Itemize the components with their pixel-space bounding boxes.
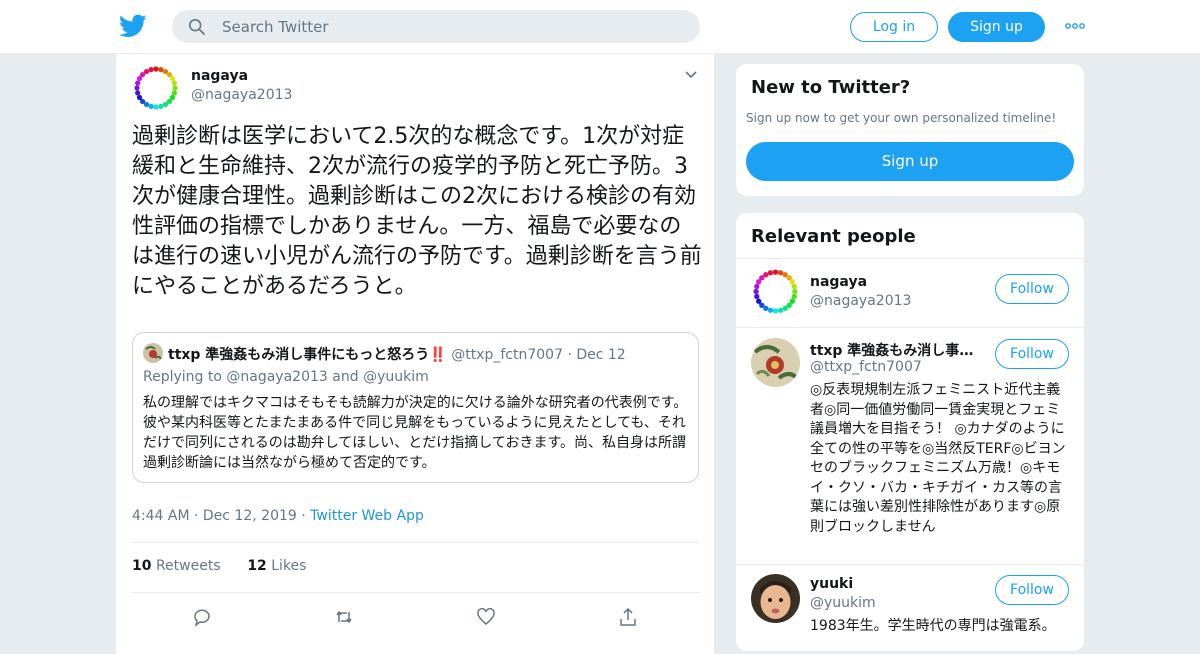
person-item[interactable]: ttxp 準強姦もみ消し事件にもっと怒ろう‼️ @ttxp_fctn7007 ◎…: [736, 328, 1084, 564]
person-name[interactable]: yuuki: [810, 576, 980, 592]
reply-mention-2: @yuukim: [363, 369, 429, 385]
divider: [132, 542, 699, 543]
chevron-down-icon[interactable]: [684, 68, 698, 82]
likes-label: Likes: [271, 558, 307, 574]
person-bio: 1983年生。学生時代の専門は強電系。: [810, 618, 1056, 634]
person-handle[interactable]: @yuukim: [810, 595, 876, 611]
tweet-text: 過剰診断は医学において2.5次的な概念です。1次が対症緩和と生命維持、2次が流行…: [132, 124, 702, 299]
replying-prefix: Replying to: [143, 369, 222, 385]
twitter-bird-icon[interactable]: [119, 12, 147, 40]
likes-stat[interactable]: 12 Likes: [247, 558, 306, 574]
login-button[interactable]: Log in: [850, 12, 938, 42]
follow-button[interactable]: Follow: [995, 274, 1069, 304]
avatar[interactable]: [751, 267, 800, 316]
person-name[interactable]: nagaya: [810, 274, 980, 290]
follow-button[interactable]: Follow: [995, 339, 1069, 369]
tweet-source-link[interactable]: Twitter Web App: [310, 508, 424, 524]
reply-icon[interactable]: [192, 607, 212, 627]
retweets-label: Retweets: [155, 558, 221, 574]
person-handle[interactable]: @ttxp_fctn7007: [810, 359, 922, 375]
quoted-header: ttxp 準強姦もみ消し事件にもっと怒ろう‼️ @ttxp_fctn7007 ·…: [168, 344, 626, 364]
avatar[interactable]: [751, 338, 800, 387]
tweet-time: 4:44 AM: [132, 508, 190, 524]
replying-and: and: [332, 369, 359, 385]
quoted-text: 私の理解ではキクマコはそもそも読解力が決定的に欠ける論外な研究者の代表例です。彼…: [143, 395, 688, 471]
separator-dot: ·: [194, 508, 199, 524]
tweet-author-name[interactable]: nagaya: [191, 68, 248, 84]
tweet-stats: 10 Retweets 12 Likes: [132, 558, 306, 574]
tweet-author-handle[interactable]: @nagaya2013: [191, 87, 292, 103]
retweet-icon[interactable]: [334, 607, 354, 627]
top-bar: Log in Sign up: [0, 0, 1200, 54]
signup-card-subtitle: Sign up now to get your own personalized…: [746, 111, 1057, 125]
signup-button[interactable]: Sign up: [948, 12, 1045, 42]
likes-count: 12: [247, 558, 267, 574]
signup-card: New to Twitter? Sign up now to get your …: [735, 63, 1085, 197]
signup-card-title: New to Twitter?: [751, 77, 911, 98]
search-icon: [188, 18, 206, 36]
person-name[interactable]: ttxp 準強姦もみ消し事件にもっと怒ろう‼️: [810, 340, 980, 360]
tweet-date: Dec 12, 2019: [202, 508, 297, 524]
person-item[interactable]: yuuki @yuukim 1983年生。学生時代の専門は強電系。 Follow: [736, 565, 1084, 651]
quoted-author-handle: @ttxp_fctn7007: [451, 347, 563, 363]
separator-dot: ·: [301, 508, 306, 524]
avatar[interactable]: [132, 64, 180, 112]
follow-button[interactable]: Follow: [995, 575, 1069, 605]
quoted-date: Dec 12: [576, 347, 626, 363]
quoted-tweet[interactable]: ttxp 準強姦もみ消し事件にもっと怒ろう‼️ @ttxp_fctn7007 ·…: [132, 332, 699, 483]
signup-card-button[interactable]: Sign up: [746, 142, 1074, 181]
share-icon[interactable]: [618, 607, 638, 627]
like-icon[interactable]: [476, 607, 496, 627]
relevant-people-card: Relevant people nagaya @nagaya2013 Follo…: [735, 212, 1085, 652]
replying-to-line: Replying to @nagaya2013 and @yuukim: [143, 369, 429, 385]
divider: [132, 592, 699, 593]
quoted-author-name: ttxp 準強姦もみ消し事件にもっと怒ろう‼️: [168, 347, 447, 363]
person-item[interactable]: nagaya @nagaya2013 Follow: [736, 259, 1084, 327]
reply-mention-1: @nagaya2013: [226, 369, 328, 385]
person-bio: ◎反表現規制左派フェミニスト近代主義者◎同一価値労働同一賃金実現とフェミ議員増大…: [810, 382, 1066, 535]
quoted-avatar: [143, 343, 163, 363]
search-bar[interactable]: [172, 10, 700, 43]
search-input[interactable]: [222, 10, 682, 43]
avatar[interactable]: [751, 574, 800, 623]
more-options-icon[interactable]: [1064, 18, 1086, 34]
relevant-people-title: Relevant people: [751, 226, 916, 247]
tweet-meta: 4:44 AM · Dec 12, 2019 · Twitter Web App: [132, 508, 424, 524]
person-handle[interactable]: @nagaya2013: [810, 293, 911, 309]
separator-dot: ·: [567, 347, 572, 363]
tweet-card: nagaya @nagaya2013 過剰診断は医学において2.5次的な概念です…: [115, 54, 715, 654]
retweets-count: 10: [132, 558, 152, 574]
retweets-stat[interactable]: 10 Retweets: [132, 558, 221, 574]
